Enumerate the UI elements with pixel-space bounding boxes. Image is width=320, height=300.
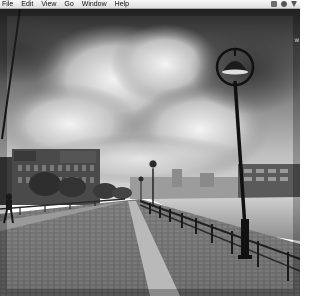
menu-window[interactable]: Window [78, 0, 111, 9]
desktop-edge-label: w [294, 38, 299, 44]
menu-go[interactable]: Go [60, 0, 77, 9]
status-area [271, 1, 300, 7]
desktop-screen: File Edit View Go Window Help w [0, 0, 300, 300]
sync-icon[interactable] [281, 1, 287, 7]
menu-bar: File Edit View Go Window Help [0, 0, 300, 9]
app-status-icon[interactable] [271, 1, 277, 7]
menu-edit[interactable]: Edit [17, 0, 37, 9]
menu-view[interactable]: View [37, 0, 60, 9]
desktop-wallpaper [0, 9, 300, 296]
menu-file[interactable]: File [0, 0, 17, 9]
bottom-edge [0, 296, 300, 300]
menu-help[interactable]: Help [111, 0, 133, 9]
volume-icon[interactable] [291, 1, 297, 7]
